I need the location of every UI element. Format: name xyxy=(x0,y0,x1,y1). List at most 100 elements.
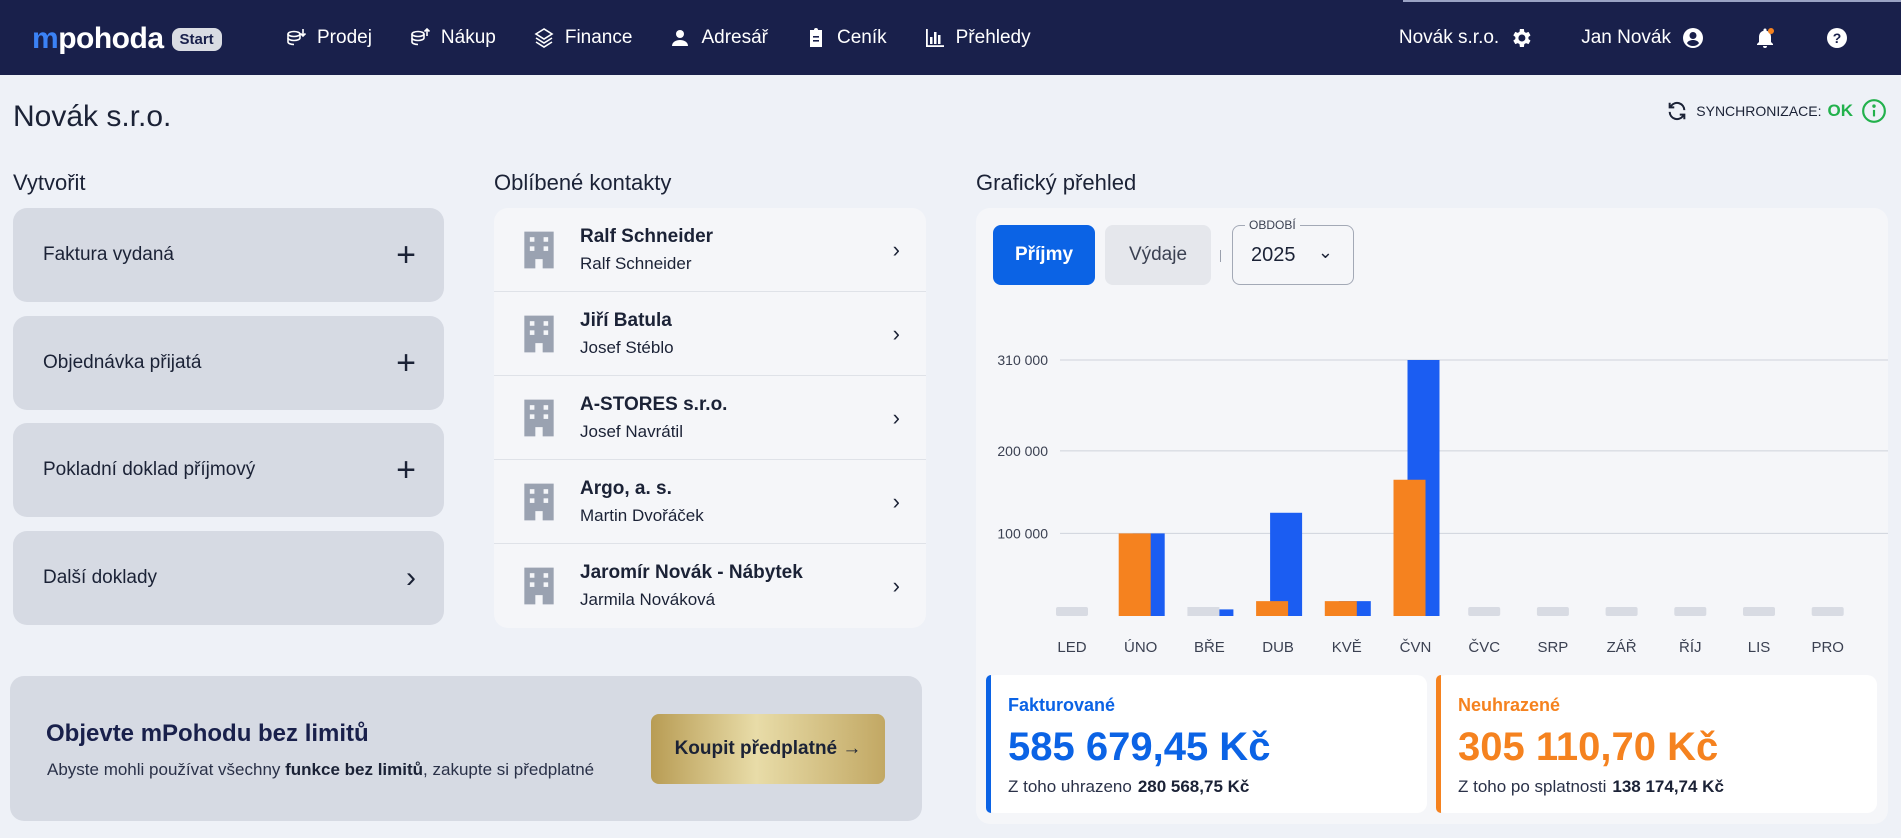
create-cash-receipt-button[interactable]: Pokladní doklad příjmový + xyxy=(13,423,444,517)
sync-label: SYNCHRONIZACE: xyxy=(1696,103,1822,119)
empty-bar xyxy=(1674,607,1707,616)
tab-divider xyxy=(1220,250,1221,262)
empty-bar xyxy=(1187,607,1220,616)
help-button[interactable]: ? xyxy=(1825,26,1849,50)
company-name: Novák s.r.o. xyxy=(1398,26,1500,48)
top-right-controls: Novák s.r.o. Jan Novák ? xyxy=(1399,0,1901,75)
x-tick-label: ZÁŘ xyxy=(1607,639,1637,656)
tab-income[interactable]: Příjmy xyxy=(993,225,1095,285)
bar-chart-icon xyxy=(925,28,944,47)
x-tick-label: ČVC xyxy=(1468,639,1500,656)
other-documents-button[interactable]: Další doklady › xyxy=(13,531,444,625)
y-tick-label: 200 000 xyxy=(997,443,1048,459)
notifications-button[interactable] xyxy=(1753,26,1777,50)
x-tick-label: PRO xyxy=(1811,639,1844,656)
finance-icon xyxy=(534,27,554,48)
nav-label: Prodej xyxy=(317,26,372,48)
x-tick-label: LED xyxy=(1057,639,1086,656)
promo-title: Objevte mPohodu bez limitů xyxy=(46,720,369,747)
chevron-right-icon: › xyxy=(892,488,900,514)
chevron-right-icon: › xyxy=(406,561,416,594)
tab-expenses[interactable]: Výdaje xyxy=(1105,225,1211,285)
building-icon xyxy=(524,567,554,605)
contact-person: Josef Stéblo xyxy=(580,337,674,357)
create-label: Faktura vydaná xyxy=(43,244,174,265)
favorite-contacts-list: Ralf Schneider Ralf Schneider › Jiří Batu… xyxy=(494,208,926,628)
company-settings[interactable]: Novák s.r.o. xyxy=(1399,26,1533,50)
nav-finance[interactable]: Finance xyxy=(532,26,633,50)
user-name: Jan Novák xyxy=(1581,26,1671,48)
building-icon xyxy=(524,315,554,352)
svg-text:?: ? xyxy=(1833,30,1842,46)
logo-text: mpohoda xyxy=(32,22,164,55)
nav-nakup[interactable]: Nákup xyxy=(408,26,496,50)
nav-label: Finance xyxy=(564,26,633,48)
contact-name: Ralf Schneider xyxy=(580,225,714,247)
invoiced-footer: Z toho uhrazeno 280 568,75 Kč xyxy=(1008,777,1250,796)
period-value: 2025 xyxy=(1251,244,1296,266)
nav-adresar[interactable]: Adresář xyxy=(668,26,768,50)
nav-label: Nákup xyxy=(440,26,496,48)
empty-bar xyxy=(1605,607,1638,616)
contact-person: Jarmila Nováková xyxy=(580,590,716,609)
create-title: Vytvořit xyxy=(13,170,86,195)
x-tick-label: ÚNO xyxy=(1124,639,1157,656)
invoiced-label: Fakturované xyxy=(1008,695,1116,715)
nav-cenik[interactable]: Ceník xyxy=(804,26,887,50)
contact-name: Jaromír Novák - Nábytek xyxy=(580,562,803,583)
contact-item[interactable]: Argo, a. s. Martin Dvořáček › xyxy=(494,460,926,544)
plus-icon: + xyxy=(396,451,416,489)
buy-subscription-button[interactable]: Koupit předplatné → xyxy=(651,714,885,784)
plus-icon: + xyxy=(396,236,416,274)
sync-ok: OK xyxy=(1827,101,1854,120)
contact-item[interactable]: Jaromír Novák - Nábytek Jarmila Nováková … xyxy=(494,544,926,628)
promo-subtitle: Abyste mohli používat všechny funkce bez… xyxy=(47,760,595,779)
user-menu[interactable]: Jan Novák xyxy=(1581,26,1705,50)
empty-bar xyxy=(1811,607,1844,616)
main-nav: Prodej Nákup Finance Adresář Ceník Přehl… xyxy=(284,0,1031,75)
create-label: Objednávka přijatá xyxy=(43,352,202,373)
nav-label: Přehledy xyxy=(955,26,1031,48)
contact-item[interactable]: Ralf Schneider Ralf Schneider › xyxy=(494,208,926,292)
upgrade-banner: Objevte mPohodu bez limitů Abyste mohli … xyxy=(10,676,922,821)
x-tick-label: DUB xyxy=(1262,639,1294,656)
y-tick-label: 310 000 xyxy=(997,352,1048,368)
empty-bar xyxy=(1743,607,1775,616)
person-icon xyxy=(672,29,689,46)
bar-series-1 xyxy=(1256,601,1289,616)
contact-item[interactable]: Jiří Batula Josef Stéblo › xyxy=(494,292,926,376)
bar-series-1 xyxy=(1324,601,1357,616)
create-label: Pokladní doklad příjmový xyxy=(43,459,256,480)
x-tick-label: LIS xyxy=(1748,639,1771,656)
app-logo[interactable]: mpohoda Start xyxy=(32,22,222,56)
contact-name: Jiří Batula xyxy=(580,309,672,331)
contacts-title: Oblíbené kontakty xyxy=(494,170,672,195)
chevron-right-icon: › xyxy=(892,236,900,262)
bar-series-2 xyxy=(1270,512,1303,616)
invoiced-summary-card[interactable]: Fakturované 585 679,45 Kč Z toho uhrazen… xyxy=(986,675,1427,813)
x-tick-label: SRP xyxy=(1537,639,1568,656)
invoiced-amount: 585 679,45 Kč xyxy=(1008,725,1271,769)
plus-icon: + xyxy=(396,344,416,382)
bell-icon xyxy=(1757,27,1774,48)
chevron-right-icon: › xyxy=(892,573,900,598)
sync-status[interactable]: SYNCHRONIZACE: OK xyxy=(1666,98,1887,124)
nav-prodej[interactable]: Prodej xyxy=(284,26,372,50)
chevron-right-icon: › xyxy=(892,320,900,346)
create-invoice-button[interactable]: Faktura vydaná + xyxy=(13,208,444,302)
unpaid-summary-card[interactable]: Neuhrazené 305 110,70 Kč Z toho po splat… xyxy=(1436,675,1877,813)
top-bar: mpohoda Start Prodej Nákup Finance Adres… xyxy=(0,0,1901,75)
period-label: OBDOBÍ xyxy=(1245,218,1300,232)
sync-icon xyxy=(1668,101,1686,121)
gear-icon xyxy=(1513,28,1531,47)
info-icon[interactable] xyxy=(1861,98,1887,124)
page-title: Novák s.r.o. xyxy=(13,100,172,133)
nav-prehledy[interactable]: Přehledy xyxy=(923,26,1031,50)
period-select[interactable]: OBDOBÍ 2025 ⌄ xyxy=(1232,218,1354,285)
contact-item[interactable]: A-STORES s.r.o. Josef Navrátil › xyxy=(494,376,926,460)
x-tick-label: KVĚ xyxy=(1332,639,1362,656)
bar-series-1 xyxy=(1118,533,1151,616)
card-accent xyxy=(986,675,991,813)
building-icon xyxy=(524,399,554,436)
create-order-button[interactable]: Objednávka přijatá + xyxy=(13,316,444,410)
